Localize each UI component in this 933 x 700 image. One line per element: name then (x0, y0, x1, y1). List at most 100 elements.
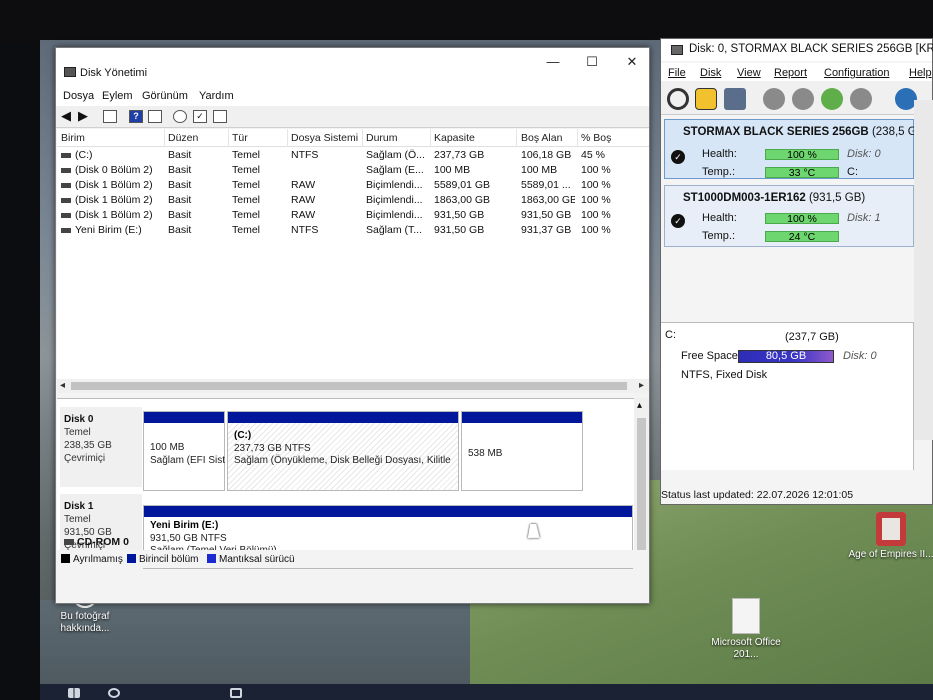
title-bar[interactable]: Disk Yönetimi — ☐ ✕ (56, 48, 649, 86)
table-row[interactable]: (Disk 0 Bölüm 2) Basit Temel Sağlam (E... 10… (57, 163, 649, 178)
list-view-icon[interactable] (213, 110, 227, 123)
scroll-right-icon[interactable]: ▸ (639, 380, 644, 391)
column-divider[interactable] (164, 129, 165, 147)
menu-help[interactable]: Help (909, 67, 932, 79)
table-cell: 100 % (581, 209, 611, 221)
menu-bar: Dosya Eylem Görünüm Yardım (56, 86, 649, 106)
legend-swatch (207, 554, 216, 563)
menu-report[interactable]: Report (774, 67, 807, 79)
properties-icon[interactable] (148, 110, 162, 123)
table-row[interactable]: (Disk 1 Bölüm 2) Basit Temel RAW Biçimlendi.… (57, 178, 649, 193)
table-cell: 237,73 GB (434, 149, 485, 161)
scroll-left-icon[interactable]: ◂ (60, 380, 65, 391)
scrollbar-thumb[interactable] (637, 418, 646, 564)
table-row[interactable]: (Disk 1 Bölüm 2) Basit Temel RAW Biçimlendi.… (57, 208, 649, 223)
table-cell: 100 % (581, 194, 611, 206)
vertical-scrollbar[interactable]: ▴ ˅ (634, 398, 649, 568)
disk0-partition-efi[interactable]: 100 MB Sağlam (EFI Sist (143, 411, 225, 491)
console-tree-icon[interactable] (103, 110, 117, 123)
column-divider[interactable] (362, 129, 363, 147)
column-duzen[interactable]: Düzen (168, 132, 198, 144)
scroll-up-icon[interactable]: ▴ (637, 400, 642, 411)
column-divider[interactable] (430, 129, 431, 147)
help-icon[interactable]: ? (129, 110, 143, 123)
column-kapasite[interactable]: Kapasite (434, 132, 475, 144)
window-edge (914, 100, 933, 440)
toolbar: ◀ ▶ ? ✓ (56, 106, 649, 128)
scrollbar-thumb[interactable] (71, 382, 627, 390)
volume-icon (61, 168, 71, 173)
document-icon (732, 598, 760, 634)
forward-arrow-icon[interactable]: ▶ (76, 109, 90, 123)
desktop-icon-office[interactable]: Microsoft Office 201... (703, 598, 789, 661)
table-row[interactable]: (C:) Basit Temel NTFS Sağlam (Ö... 237,73 GB 1… (57, 148, 649, 163)
menu-dosya[interactable]: Dosya (63, 90, 94, 102)
refresh-icon[interactable] (667, 88, 689, 110)
table-cell: Basit (168, 179, 192, 191)
menu-disk[interactable]: Disk (700, 67, 721, 79)
horizontal-scrollbar[interactable]: ◂ ▸ (57, 379, 649, 393)
health-bar: 100 % (765, 149, 839, 160)
disk-card-1[interactable]: ST1000DM003-1ER162 (931,5 GB) ✓ Health: … (664, 185, 914, 247)
column-tur[interactable]: Tür (232, 132, 248, 144)
desktop-icon-label: Bu fotoğraf hakkında... (60, 611, 110, 634)
menu-gorunum[interactable]: Görünüm (142, 90, 188, 102)
table-cell: Sağlam (T... (366, 224, 423, 236)
disk-ok-icon[interactable] (821, 88, 843, 110)
table-cell: 931,50 GB (434, 224, 485, 236)
table-cell: Sağlam (E... (366, 164, 424, 176)
check-icon[interactable]: ✓ (193, 110, 207, 123)
menu-configuration[interactable]: Configuration (824, 67, 889, 79)
cdrom-label[interactable]: CD-ROM 0 (64, 536, 129, 548)
desktop-icon-age-of-empires[interactable]: Age of Empires II... (848, 512, 933, 561)
close-button[interactable]: ✕ (623, 54, 641, 70)
column-bos-alan[interactable]: Boş Alan (521, 132, 562, 144)
column-dosya-sistemi[interactable]: Dosya Sistemi (291, 132, 358, 144)
disk0-partition-recovery[interactable]: 538 MB (461, 411, 583, 491)
disk-tools-icon[interactable] (850, 88, 872, 110)
table-cell: Basit (168, 194, 192, 206)
title-bar[interactable]: Disk: 0, STORMAX BLACK SERIES 256GB [KR2… (661, 39, 933, 61)
disk-test-icon[interactable] (763, 88, 785, 110)
column-birim[interactable]: Birim (61, 132, 85, 144)
disk-settings-icon[interactable] (792, 88, 814, 110)
disk-icon[interactable] (724, 88, 746, 110)
volume-icon (61, 183, 71, 188)
disk0-partition-c[interactable]: (C:) 237,73 GB NTFS Sağlam (Önyükleme, D… (227, 411, 459, 491)
column-divider[interactable] (287, 129, 288, 147)
disk-card-name: ST1000DM003-1ER162 (931,5 GB) (683, 192, 865, 204)
column-divider[interactable] (228, 129, 229, 147)
volume-panel: C: (237,7 GB) Free Space 80,5 GB Disk: 0… (661, 322, 914, 470)
minimize-button[interactable]: — (544, 54, 562, 70)
task-view-icon[interactable] (230, 688, 242, 698)
health-label: Health: (702, 212, 737, 224)
taskbar (40, 684, 933, 700)
partition-text: (C:) 237,73 GB NTFS Sağlam (Önyükleme, D… (234, 430, 451, 468)
back-arrow-icon[interactable]: ◀ (59, 109, 73, 123)
warning-icon[interactable] (695, 88, 717, 110)
legend-logical: Mantıksal sürücü (207, 554, 295, 565)
disk0-p3-size: 538 MB (468, 448, 503, 459)
table-cell: 100 % (581, 179, 611, 191)
column-yuzde-bos[interactable]: % Boş (581, 132, 611, 144)
menu-yardim[interactable]: Yardım (199, 90, 234, 102)
column-divider[interactable] (516, 129, 517, 147)
search-icon[interactable] (108, 688, 120, 698)
menu-eylem[interactable]: Eylem (102, 90, 133, 102)
column-durum[interactable]: Durum (366, 132, 398, 144)
volume-icon (61, 198, 71, 203)
menu-file[interactable]: File (668, 67, 686, 79)
table-row[interactable]: (Disk 1 Bölüm 2) Basit Temel RAW Biçimlendi.… (57, 193, 649, 208)
disk0-label[interactable]: Disk 0 Temel 238,35 GB Çevrimiçi (60, 407, 142, 487)
menu-view[interactable]: View (737, 67, 761, 79)
connect-icon[interactable] (173, 110, 187, 123)
health-ok-icon: ✓ (671, 214, 685, 228)
column-divider[interactable] (577, 129, 578, 147)
disk-card-0[interactable]: STORMAX BLACK SERIES 256GB (238,5 GB) ✓ … (664, 119, 928, 179)
windows-start-icon[interactable] (68, 688, 80, 698)
cdrom-name: CD-ROM 0 (77, 536, 129, 548)
maximize-button[interactable]: ☐ (583, 54, 601, 70)
table-cell: Yeni Birim (E:) (75, 224, 142, 236)
table-row[interactable]: Yeni Birim (E:) Basit Temel NTFS Sağlam (T..… (57, 223, 649, 238)
table-cell: Temel (232, 224, 261, 236)
